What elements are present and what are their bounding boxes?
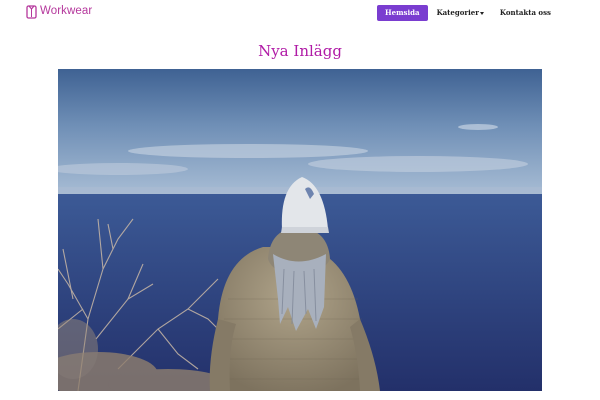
nav-item-kontakta-oss[interactable]: Kontakta oss	[493, 5, 558, 21]
caret-down-icon	[479, 12, 484, 15]
nav-item-kategorier[interactable]: Kategorier	[430, 5, 491, 21]
page-title: Nya Inlägg	[258, 42, 342, 60]
nav-item-label: Hemsida	[385, 8, 420, 17]
main-menu: Hemsida Kategorier Kontakta oss	[375, 5, 558, 21]
nav-item-hemsida[interactable]: Hemsida	[377, 5, 428, 21]
nav-item-label: Kategorier	[436, 8, 479, 17]
workwear-logo-icon	[26, 4, 37, 19]
hero-photo	[58, 69, 542, 391]
brand-logo-link[interactable]: Workwear	[26, 4, 93, 19]
featured-post-image[interactable]	[58, 69, 542, 391]
top-navigation-bar: Workwear Hemsida Kategorier Kontakta oss	[0, 0, 600, 28]
nav-item-label: Kontakta oss	[499, 8, 551, 17]
brand-name: Workwear	[40, 5, 93, 17]
